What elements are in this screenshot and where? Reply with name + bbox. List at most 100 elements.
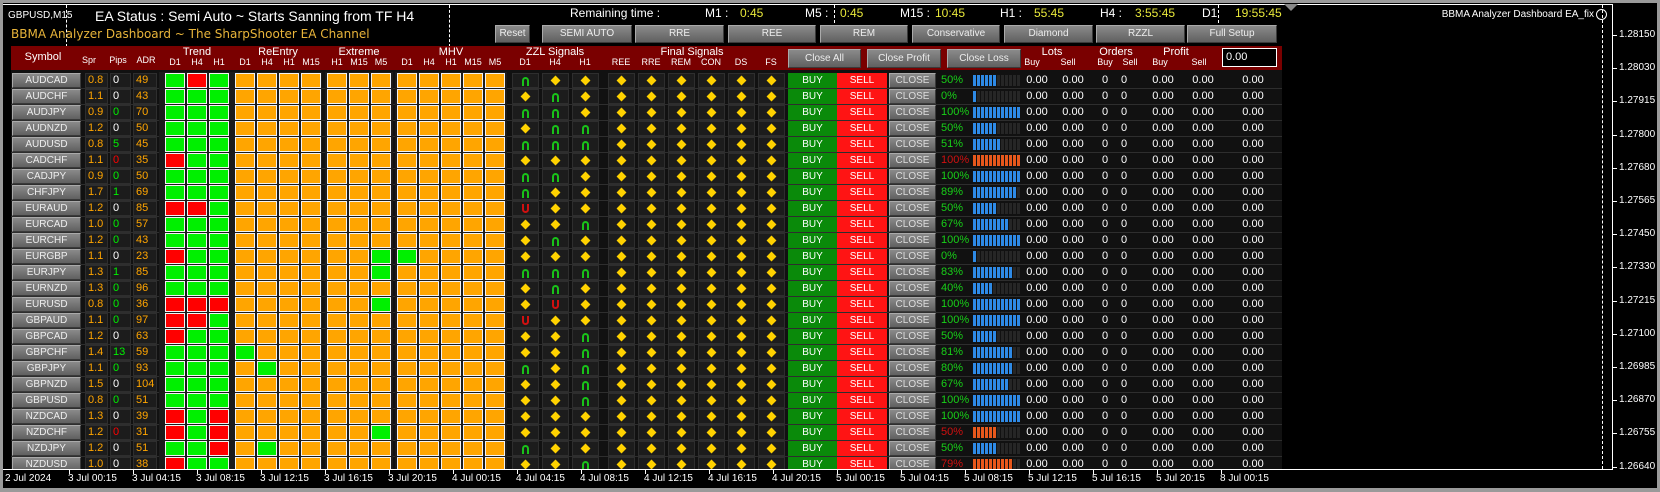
- symbol-button[interactable]: GBPCHF: [12, 345, 81, 360]
- close-button[interactable]: CLOSE: [889, 105, 936, 120]
- mode-button-rre[interactable]: RRE: [635, 25, 724, 43]
- buy-button[interactable]: BUY: [788, 281, 837, 296]
- close-button[interactable]: CLOSE: [889, 137, 936, 152]
- chart-shift-marker-icon[interactable]: [1284, 4, 1298, 11]
- sell-button[interactable]: SELL: [837, 153, 887, 168]
- symbol-button[interactable]: GBPUSD: [12, 393, 81, 408]
- close-button[interactable]: CLOSE: [889, 329, 936, 344]
- symbol-button[interactable]: EURJPY: [12, 265, 81, 280]
- mode-button-semi-auto[interactable]: SEMI AUTO: [542, 25, 632, 43]
- close-button[interactable]: CLOSE: [889, 457, 936, 469]
- sell-button[interactable]: SELL: [837, 169, 887, 184]
- buy-button[interactable]: BUY: [788, 185, 837, 200]
- sell-button[interactable]: SELL: [837, 185, 887, 200]
- close-button[interactable]: CLOSE: [889, 265, 936, 280]
- sell-button[interactable]: SELL: [837, 297, 887, 312]
- sell-button[interactable]: SELL: [837, 73, 887, 88]
- close-profit-button[interactable]: Close Profit: [867, 49, 941, 68]
- sell-button[interactable]: SELL: [837, 201, 887, 216]
- buy-button[interactable]: BUY: [788, 233, 837, 248]
- sell-button[interactable]: SELL: [837, 393, 887, 408]
- symbol-button[interactable]: NZDCHF: [12, 425, 81, 440]
- profit-target-input[interactable]: 0.00: [1222, 48, 1277, 67]
- buy-button[interactable]: BUY: [788, 153, 837, 168]
- symbol-button[interactable]: GBPAUD: [12, 313, 81, 328]
- close-button[interactable]: CLOSE: [889, 121, 936, 136]
- symbol-button[interactable]: GBPJPY: [12, 361, 81, 376]
- close-button[interactable]: CLOSE: [889, 313, 936, 328]
- mode-button-diamond[interactable]: Diamond: [1004, 25, 1093, 43]
- mode-button-reset[interactable]: Reset: [495, 25, 530, 43]
- sell-button[interactable]: SELL: [837, 233, 887, 248]
- close-button[interactable]: CLOSE: [889, 361, 936, 376]
- sell-button[interactable]: SELL: [837, 361, 887, 376]
- close-button[interactable]: CLOSE: [889, 153, 936, 168]
- sell-button[interactable]: SELL: [837, 441, 887, 456]
- symbol-button[interactable]: NZDJPY: [12, 441, 81, 456]
- buy-button[interactable]: BUY: [788, 217, 837, 232]
- mode-button-conservative[interactable]: Conservative: [912, 25, 1000, 43]
- close-button[interactable]: CLOSE: [889, 217, 936, 232]
- buy-button[interactable]: BUY: [788, 393, 837, 408]
- buy-button[interactable]: BUY: [788, 377, 837, 392]
- sell-button[interactable]: SELL: [837, 313, 887, 328]
- buy-button[interactable]: BUY: [788, 105, 837, 120]
- close-button[interactable]: CLOSE: [889, 89, 936, 104]
- close-button[interactable]: CLOSE: [889, 201, 936, 216]
- sell-button[interactable]: SELL: [837, 281, 887, 296]
- sell-button[interactable]: SELL: [837, 217, 887, 232]
- close-button[interactable]: CLOSE: [889, 297, 936, 312]
- buy-button[interactable]: BUY: [788, 265, 837, 280]
- indicator-settings-icon[interactable]: [1596, 9, 1607, 20]
- close-button[interactable]: CLOSE: [889, 185, 936, 200]
- sell-button[interactable]: SELL: [837, 265, 887, 280]
- buy-button[interactable]: BUY: [788, 425, 837, 440]
- symbol-button[interactable]: EURUSD: [12, 297, 81, 312]
- close-button[interactable]: CLOSE: [889, 233, 936, 248]
- buy-button[interactable]: BUY: [788, 409, 837, 424]
- sell-button[interactable]: SELL: [837, 425, 887, 440]
- sell-button[interactable]: SELL: [837, 89, 887, 104]
- sell-button[interactable]: SELL: [837, 105, 887, 120]
- close-button[interactable]: CLOSE: [889, 441, 936, 456]
- close-button[interactable]: CLOSE: [889, 249, 936, 264]
- symbol-button[interactable]: CHFJPY: [12, 185, 81, 200]
- mode-button-full-setup[interactable]: Full Setup: [1187, 25, 1277, 43]
- symbol-button[interactable]: AUDCAD: [12, 73, 81, 88]
- sell-button[interactable]: SELL: [837, 457, 887, 469]
- buy-button[interactable]: BUY: [788, 89, 837, 104]
- symbol-button[interactable]: EURCHF: [12, 233, 81, 248]
- buy-button[interactable]: BUY: [788, 313, 837, 328]
- buy-button[interactable]: BUY: [788, 361, 837, 376]
- buy-button[interactable]: BUY: [788, 137, 837, 152]
- sell-button[interactable]: SELL: [837, 409, 887, 424]
- close-loss-button[interactable]: Close Loss: [947, 49, 1021, 68]
- close-button[interactable]: CLOSE: [889, 409, 936, 424]
- symbol-button[interactable]: AUDUSD: [12, 137, 81, 152]
- buy-button[interactable]: BUY: [788, 345, 837, 360]
- symbol-button[interactable]: CADCHF: [12, 153, 81, 168]
- close-all-button[interactable]: Close All: [788, 49, 861, 68]
- sell-button[interactable]: SELL: [837, 329, 887, 344]
- symbol-button[interactable]: AUDNZD: [12, 121, 81, 136]
- sell-button[interactable]: SELL: [837, 345, 887, 360]
- symbol-button[interactable]: EURNZD: [12, 281, 81, 296]
- close-button[interactable]: CLOSE: [889, 393, 936, 408]
- buy-button[interactable]: BUY: [788, 249, 837, 264]
- sell-button[interactable]: SELL: [837, 249, 887, 264]
- symbol-button[interactable]: EURAUD: [12, 201, 81, 216]
- symbol-button[interactable]: CADJPY: [12, 169, 81, 184]
- sell-button[interactable]: SELL: [837, 137, 887, 152]
- symbol-button[interactable]: GBPCAD: [12, 329, 81, 344]
- sell-button[interactable]: SELL: [837, 377, 887, 392]
- close-button[interactable]: CLOSE: [889, 345, 936, 360]
- close-button[interactable]: CLOSE: [889, 73, 936, 88]
- buy-button[interactable]: BUY: [788, 441, 837, 456]
- close-button[interactable]: CLOSE: [889, 425, 936, 440]
- symbol-button[interactable]: GBPNZD: [12, 377, 81, 392]
- symbol-button[interactable]: NZDCAD: [12, 409, 81, 424]
- buy-button[interactable]: BUY: [788, 121, 837, 136]
- symbol-button[interactable]: NZDUSD: [12, 457, 81, 469]
- close-button[interactable]: CLOSE: [889, 169, 936, 184]
- buy-button[interactable]: BUY: [788, 169, 837, 184]
